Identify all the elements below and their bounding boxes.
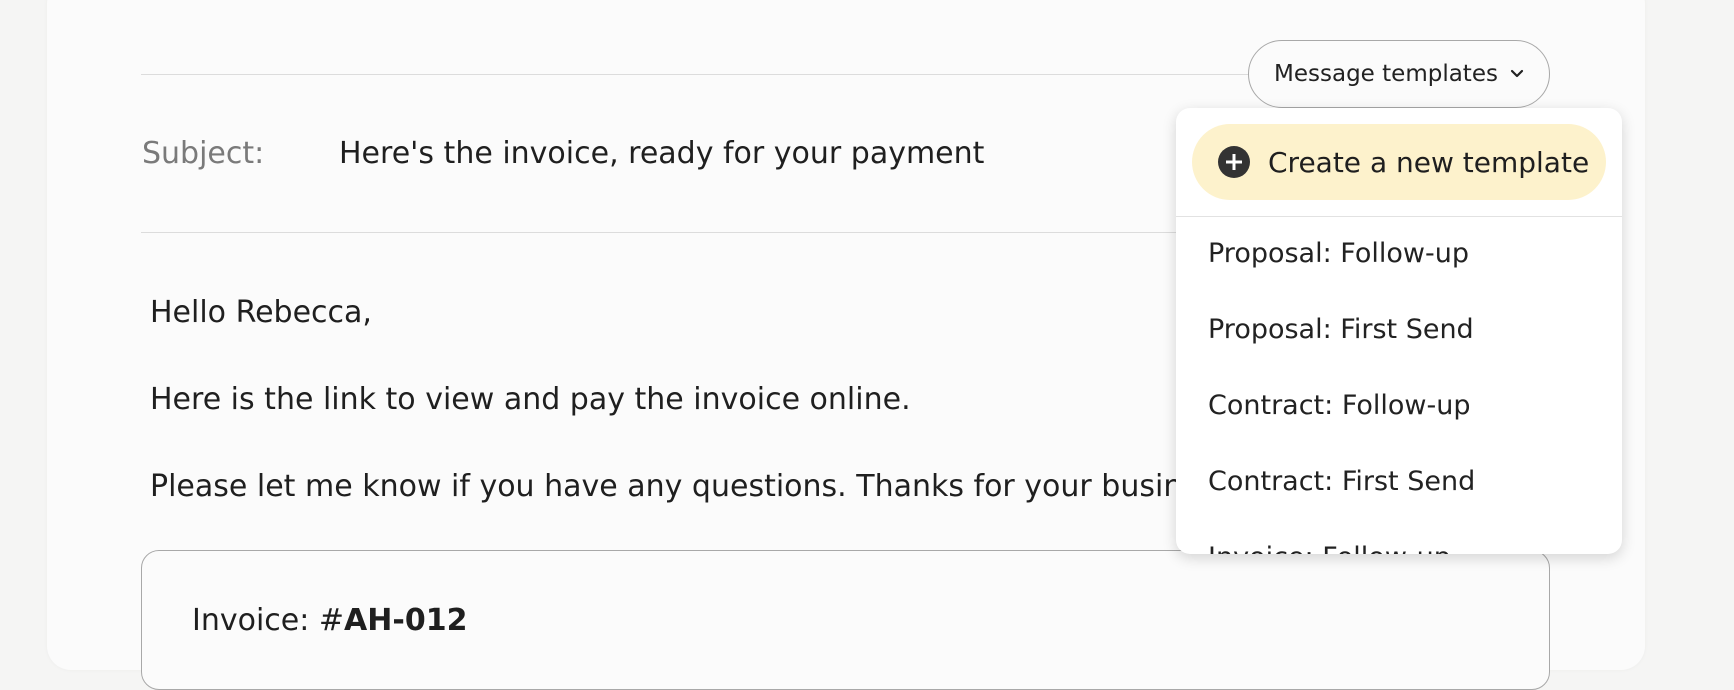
menu-item-contract-first-send[interactable]: Contract: First Send <box>1208 466 1475 497</box>
subject-label: Subject: <box>142 136 265 171</box>
invoice-number: AH-012 <box>344 603 468 638</box>
menu-item-invoice-follow-up[interactable]: Invoice: Follow-up <box>1208 542 1451 554</box>
chevron-down-icon <box>1510 69 1524 78</box>
menu-item-proposal-follow-up[interactable]: Proposal: Follow-up <box>1208 238 1469 269</box>
subject-input[interactable]: Here's the invoice, ready for your payme… <box>339 136 984 171</box>
menu-item-contract-follow-up[interactable]: Contract: Follow-up <box>1208 390 1471 421</box>
menu-item-proposal-first-send[interactable]: Proposal: First Send <box>1208 314 1474 345</box>
message-line[interactable]: Please let me know if you have any quest… <box>150 469 1244 504</box>
message-line[interactable]: Here is the link to view and pay the inv… <box>150 382 911 417</box>
subject-divider <box>141 232 1255 233</box>
create-template-button[interactable]: Create a new template <box>1192 124 1606 200</box>
message-templates-menu: Create a new template Proposal: Follow-u… <box>1176 108 1622 554</box>
create-template-label: Create a new template <box>1268 145 1590 179</box>
invoice-label: Invoice: #AH-012 <box>192 603 468 638</box>
message-templates-label: Message templates <box>1274 61 1498 87</box>
message-templates-button[interactable]: Message templates <box>1248 40 1550 108</box>
message-greeting[interactable]: Hello Rebecca, <box>150 295 372 330</box>
menu-divider <box>1176 216 1622 217</box>
invoice-attachment-box[interactable]: Invoice: #AH-012 <box>141 550 1550 690</box>
top-divider <box>141 74 1250 75</box>
plus-circle-icon <box>1218 146 1250 178</box>
